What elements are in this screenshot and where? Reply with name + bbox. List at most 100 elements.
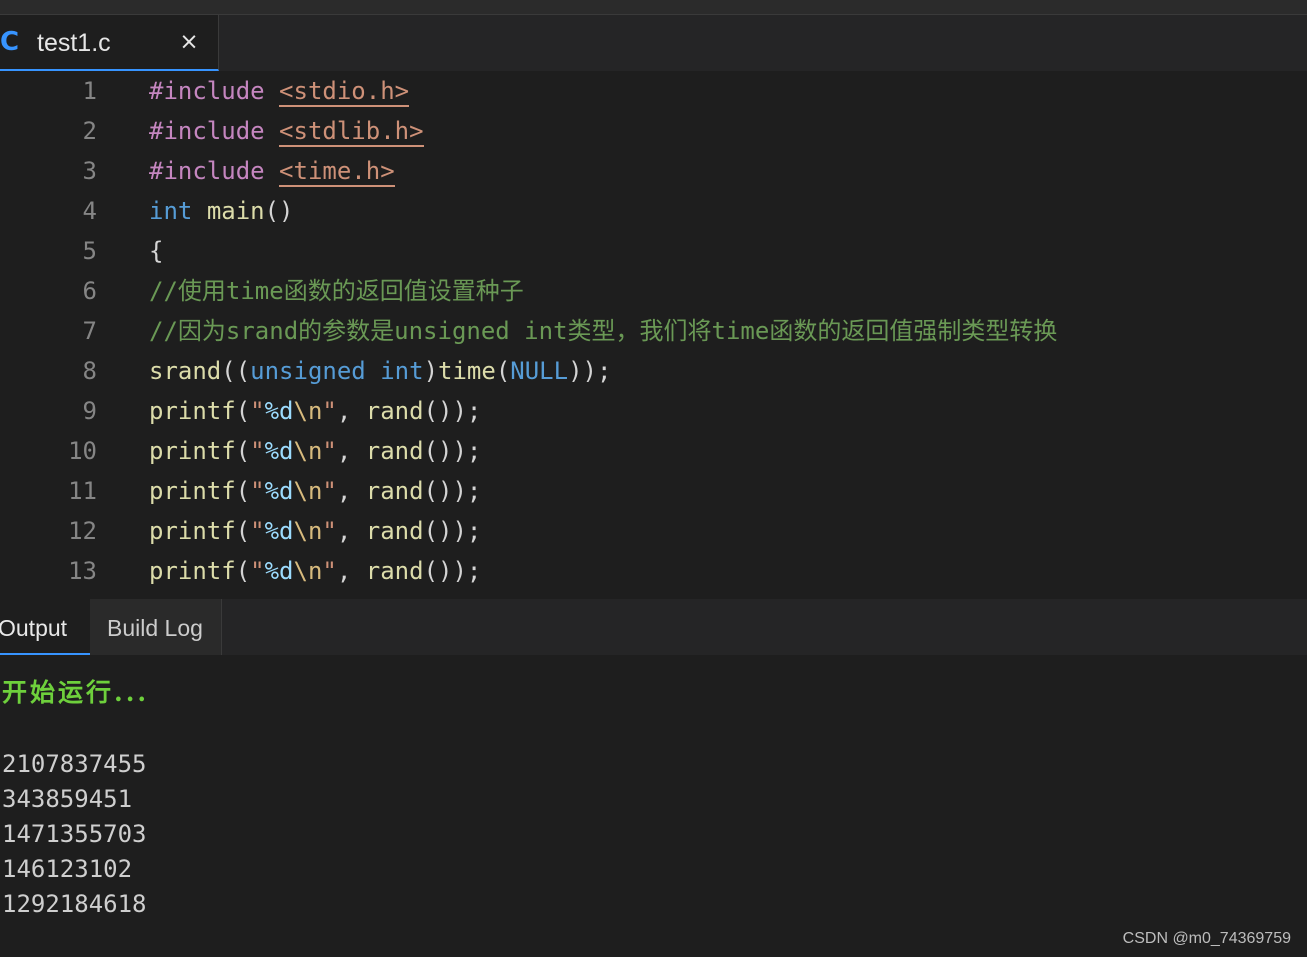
code-token: ) (423, 357, 439, 385)
output-line: 2107837455 (2, 750, 147, 778)
line-number: 6 (82, 277, 97, 305)
code-line[interactable]: 6 //使用time函数的返回值设置种子 (0, 271, 1307, 311)
code-token: ( (235, 437, 251, 465)
output-line: 1292184618 (2, 890, 147, 918)
code-token: NULL (510, 357, 569, 385)
code-token: " (250, 477, 265, 505)
code-token: " (322, 517, 337, 545)
code-line[interactable]: 4 int main() (0, 191, 1307, 231)
code-token: \n (293, 397, 323, 425)
code-token: %d (264, 437, 294, 465)
code-token: (( (221, 357, 251, 385)
code-line[interactable]: 10 printf("%d\n", rand()); (0, 431, 1307, 471)
code-token: ()); (423, 557, 482, 585)
line-number: 9 (82, 397, 97, 425)
code-text: printf("%d\n", rand()); (149, 431, 481, 471)
tab-output[interactable]: Output (0, 599, 90, 655)
c-language-icon: C (0, 27, 20, 57)
code-token: rand (365, 557, 424, 585)
code-text: srand((unsigned int)time(NULL)); (149, 351, 611, 391)
code-token: ( (495, 357, 511, 385)
code-token: " (250, 397, 265, 425)
code-token: printf (149, 477, 236, 505)
code-token: " (322, 437, 337, 465)
code-line[interactable]: 8 srand((unsigned int)time(NULL)); (0, 351, 1307, 391)
line-number: 7 (82, 317, 97, 345)
code-text: int main() (149, 191, 294, 231)
code-line[interactable]: 11 printf("%d\n", rand()); (0, 471, 1307, 511)
code-line[interactable]: 3 #include <time.h> (0, 151, 1307, 191)
code-text: { (149, 231, 163, 271)
code-text: printf("%d\n", rand()); (149, 511, 481, 551)
code-token: #include (149, 157, 265, 185)
line-number: 5 (82, 237, 97, 265)
tab-test1-c[interactable]: C test1.c × (0, 15, 219, 71)
code-token: " (322, 397, 337, 425)
code-token: ( (235, 517, 251, 545)
panel-tab-bar: Output Build Log (0, 599, 1307, 655)
code-token: \n (293, 517, 323, 545)
code-token: ()); (423, 517, 482, 545)
code-token: #include (149, 77, 265, 105)
code-token: " (322, 557, 337, 585)
code-token: , (336, 437, 366, 465)
code-token: )); (568, 357, 612, 385)
code-token: srand (149, 357, 222, 385)
code-token: main (206, 197, 265, 225)
code-token: printf (149, 397, 236, 425)
code-line[interactable]: 13 printf("%d\n", rand()); (0, 551, 1307, 591)
line-number: 2 (82, 117, 97, 145)
code-token: , (336, 557, 366, 585)
output-panel: 开始运行... 2107837455 343859451 1471355703 … (0, 655, 1307, 957)
close-icon[interactable]: × (178, 27, 200, 57)
editor-tab-bar: C test1.c × (0, 15, 1307, 71)
code-line[interactable]: 9 printf("%d\n", rand()); (0, 391, 1307, 431)
code-text: printf("%d\n", rand()); (149, 471, 481, 511)
code-text: #include <time.h> (149, 151, 395, 191)
code-token: int (380, 357, 424, 385)
line-number: 4 (82, 197, 97, 225)
code-line[interactable]: 12 printf("%d\n", rand()); (0, 511, 1307, 551)
code-line[interactable]: 2 #include <stdlib.h> (0, 111, 1307, 151)
line-number: 1 (82, 77, 97, 105)
code-token: #include (149, 117, 265, 145)
code-token: <stdlib.h> (279, 117, 424, 147)
output-line: 1471355703 (2, 820, 147, 848)
code-token: %d (264, 557, 294, 585)
code-editor[interactable]: 1 #include <stdio.h> 2 #include <stdlib.h> 3… (0, 71, 1307, 599)
code-text: #include <stdlib.h> (149, 111, 424, 151)
code-line[interactable]: 5{ (0, 231, 1307, 271)
code-text: //因为srand的参数是unsigned int类型，我们将time函数的返回… (149, 311, 1057, 351)
output-line: 146123102 (2, 855, 133, 883)
code-token: <stdio.h> (279, 77, 410, 107)
output-line: 343859451 (2, 785, 133, 813)
code-token: rand (365, 477, 424, 505)
code-token: %d (264, 477, 294, 505)
watermark: CSDN @m0_74369759 (1122, 930, 1291, 947)
code-token: //使用time函数的返回值设置种子 (149, 277, 524, 305)
code-token: rand (365, 397, 424, 425)
code-token: { (149, 237, 164, 265)
code-token: " (250, 437, 265, 465)
tab-filename: test1.c (37, 29, 111, 57)
code-line[interactable]: 1 #include <stdio.h> (0, 71, 1307, 111)
tab-build-log[interactable]: Build Log (90, 599, 222, 655)
line-number: 12 (68, 517, 97, 545)
code-token: " (322, 477, 337, 505)
code-token: int (149, 197, 193, 225)
code-token: rand (365, 517, 424, 545)
code-text: printf("%d\n", rand()); (149, 551, 481, 591)
code-token: \n (293, 557, 323, 585)
code-token: , (336, 397, 366, 425)
code-text: //使用time函数的返回值设置种子 (149, 271, 524, 311)
code-token: " (250, 517, 265, 545)
code-token: () (264, 197, 294, 225)
code-line[interactable]: 7 //因为srand的参数是unsigned int类型，我们将time函数的返… (0, 311, 1307, 351)
code-token: " (250, 557, 265, 585)
code-token: unsigned (250, 357, 366, 385)
code-token: \n (293, 477, 323, 505)
line-number: 8 (82, 357, 97, 385)
code-token: ()); (423, 477, 482, 505)
